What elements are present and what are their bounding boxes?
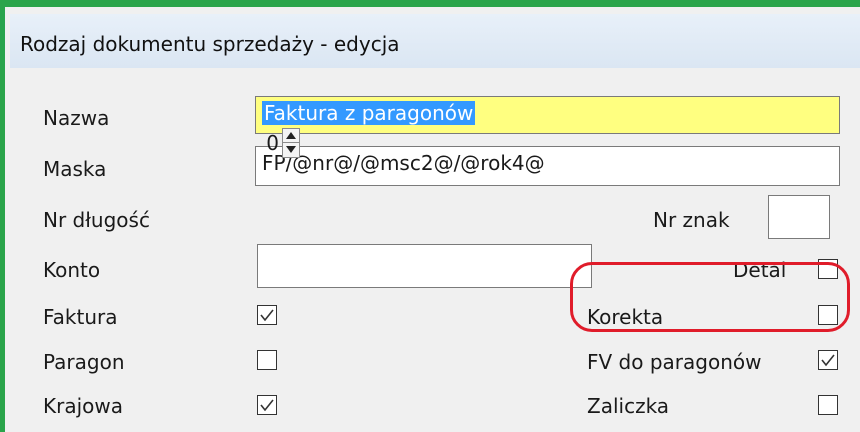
checkmark-icon [821,354,835,367]
nr-dlugosc-input[interactable]: 0 [251,128,279,158]
annotation-highlight [570,262,850,332]
spin-down-button[interactable] [283,143,299,157]
krajowa-label: Krajowa [43,394,123,418]
arrow-down-icon [286,146,296,153]
nr-znak-input[interactable] [768,195,830,239]
fv-do-paragonow-checkbox[interactable] [818,350,838,370]
zaliczka-checkbox[interactable] [818,395,838,415]
arrow-up-icon [286,132,296,139]
faktura-checkbox[interactable] [257,305,277,325]
nazwa-value: Faktura z paragonów [262,101,476,125]
zaliczka-label: Zaliczka [587,394,670,418]
nr-dlugosc-spinner [282,128,300,158]
nr-dlugosc-label: Nr długość [43,208,150,232]
window-title: Rodzaj dokumentu sprzedaży - edycja [20,32,400,56]
spin-up-button[interactable] [283,129,299,143]
nazwa-input[interactable]: Faktura z paragonów [255,96,840,134]
paragon-label: Paragon [43,350,125,374]
paragon-checkbox[interactable] [257,350,277,370]
faktura-label: Faktura [43,305,118,329]
nazwa-label: Nazwa [43,106,110,130]
maska-value: FP/@nr@/@msc2@/@rok4@ [262,151,545,175]
checkmark-icon [260,399,274,412]
maska-input[interactable]: FP/@nr@/@msc2@/@rok4@ [255,146,840,186]
nr-znak-label: Nr znak [653,208,730,232]
konto-label: Konto [43,258,101,282]
fv-do-paragonow-label: FV do paragonów [587,350,762,374]
krajowa-checkbox[interactable] [257,395,277,415]
title-bar[interactable]: Rodzaj dokumentu sprzedaży - edycja [10,14,860,75]
konto-input[interactable] [257,244,592,288]
checkmark-icon [260,309,274,322]
maska-label: Maska [43,157,107,181]
